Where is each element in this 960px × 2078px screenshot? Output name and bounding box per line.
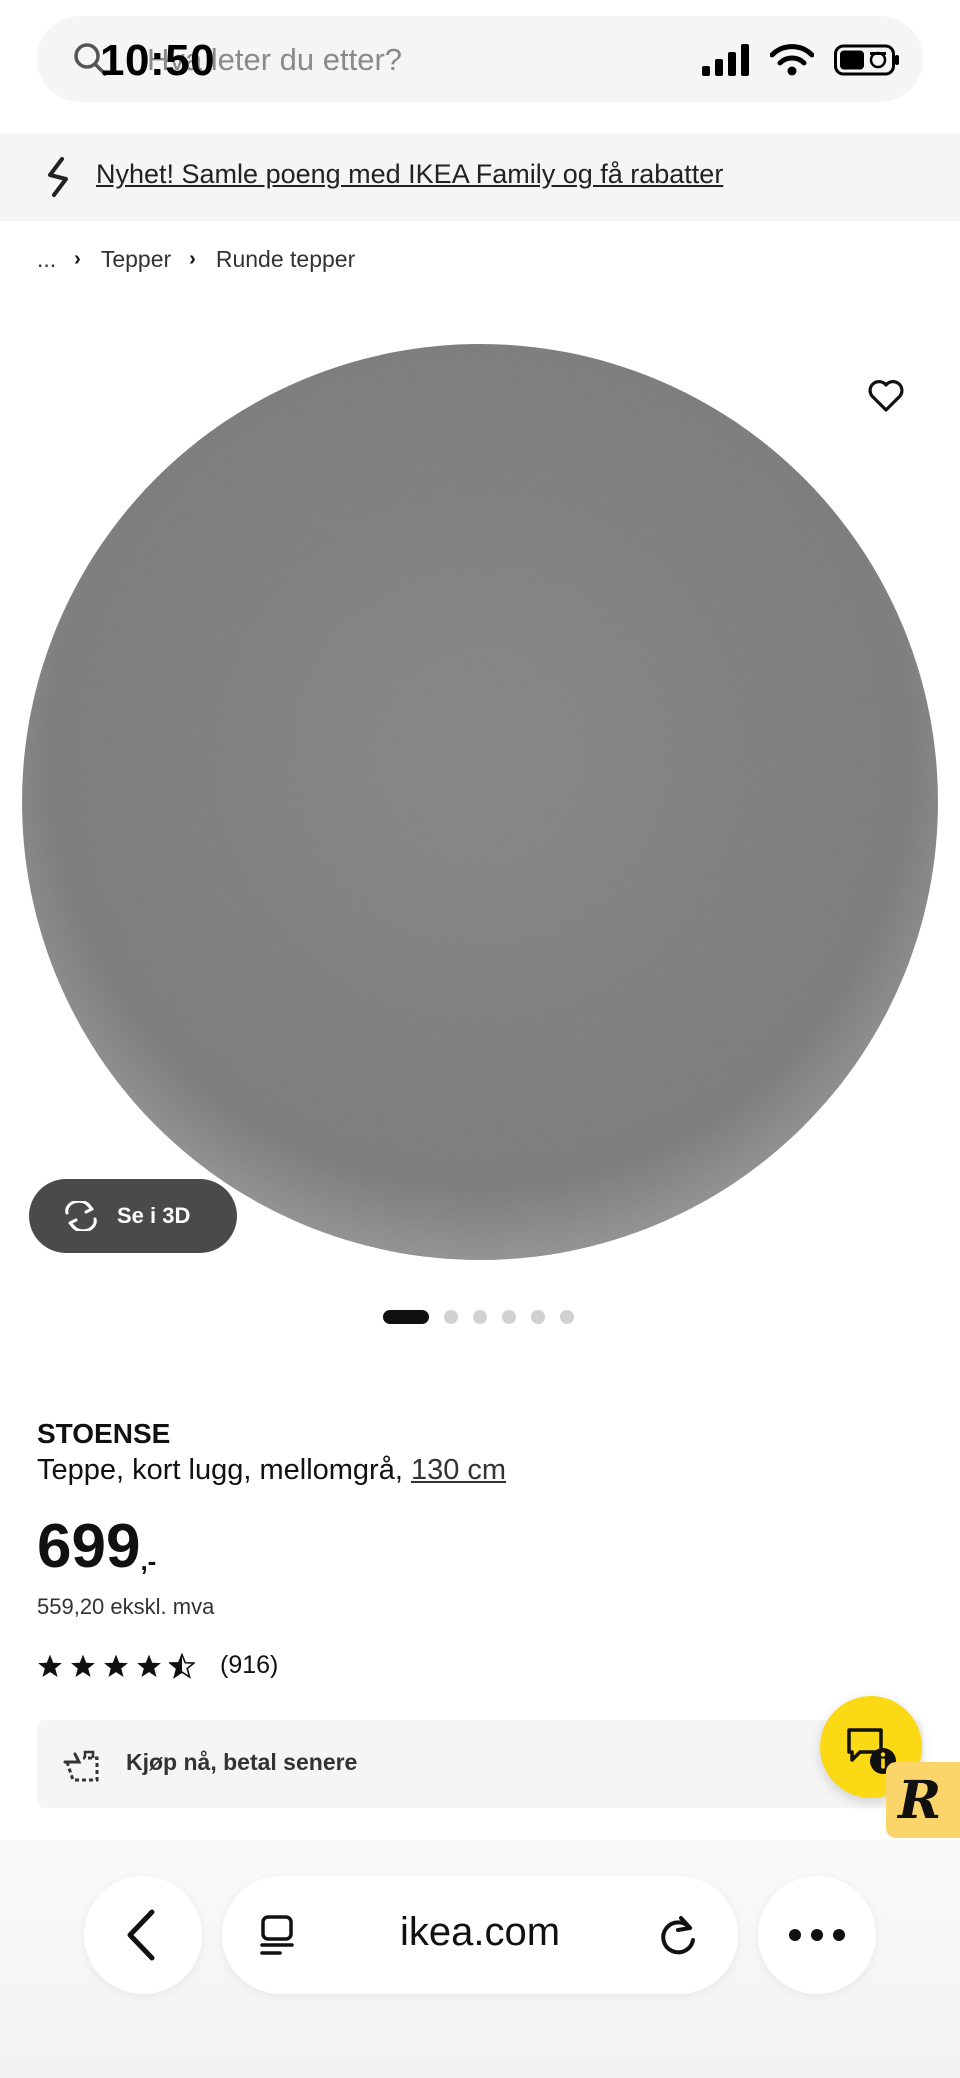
breadcrumb-ellipsis[interactable]: ...	[37, 246, 56, 273]
product-rating[interactable]: (916)	[37, 1651, 278, 1680]
star-icon	[104, 1654, 128, 1677]
price-excl-vat: 559,20 ekskl. mva	[37, 1594, 215, 1619]
rotate-3d-icon	[65, 1201, 97, 1231]
rug-shape	[22, 344, 938, 1260]
half-star-icon	[169, 1652, 195, 1679]
price-suffix: ,-	[140, 1546, 157, 1576]
cellular-signal-icon	[702, 44, 749, 76]
carousel-dot[interactable]	[444, 1310, 458, 1324]
carousel-dots	[383, 1310, 574, 1324]
reload-icon[interactable]	[656, 1912, 700, 1958]
wifi-icon	[770, 44, 814, 76]
breadcrumb-item-runde-tepper[interactable]: Runde tepper	[216, 246, 355, 273]
more-options-button[interactable]	[758, 1876, 876, 1994]
carousel-dot[interactable]	[383, 1310, 429, 1324]
browser-toolbar: ikea.com	[0, 1840, 960, 2078]
buy-now-pay-later-label: Kjøp nå, betal senere	[126, 1749, 358, 1775]
family-link-icon	[48, 157, 68, 197]
product-size-link[interactable]: 130 cm	[411, 1454, 506, 1486]
product-image[interactable]	[0, 322, 960, 1282]
see-in-3d-label: Se i 3D	[117, 1203, 191, 1228]
review-count[interactable]: (916)	[220, 1651, 278, 1680]
promo-banner[interactable]: Nyhet! Samle poeng med IKEA Family og få…	[0, 133, 960, 221]
carousel-dot[interactable]	[502, 1310, 516, 1324]
product-description-text: Teppe, kort lugg, mellomgrå,	[37, 1454, 403, 1486]
star-icon	[137, 1654, 161, 1677]
status-time: 10:50	[100, 36, 216, 85]
r-extension-badge[interactable]: R	[886, 1762, 960, 1838]
star-icon	[38, 1654, 62, 1677]
product-price: 699 ,-	[37, 1512, 156, 1582]
chevron-right-icon: ›	[74, 248, 81, 270]
back-button[interactable]	[84, 1876, 202, 1994]
shopping-bag-icon	[63, 1750, 99, 1782]
promo-link[interactable]: Nyhet! Samle poeng med IKEA Family og få…	[96, 159, 723, 190]
breadcrumb: ... › Tepper › Runde tepper	[37, 246, 355, 273]
chevron-right-icon: ›	[189, 248, 196, 270]
carousel-dot[interactable]	[560, 1310, 574, 1324]
product-name: STOENSE	[37, 1418, 171, 1449]
breadcrumb-item-tepper[interactable]: Tepper	[101, 246, 171, 273]
see-in-3d-button[interactable]: Se i 3D	[29, 1179, 237, 1253]
product-description: Teppe, kort lugg, mellomgrå, 130 cm	[37, 1454, 506, 1487]
star-icon	[71, 1654, 95, 1677]
battery-icon	[834, 44, 899, 76]
carousel-dot[interactable]	[531, 1310, 545, 1324]
heart-icon[interactable]	[866, 376, 906, 416]
chevron-left-icon	[127, 1909, 155, 1961]
buy-now-pay-later-box[interactable]: Kjøp nå, betal senere	[37, 1720, 923, 1808]
more-horizontal-icon	[789, 1929, 845, 1941]
r-logo-icon: R	[898, 1770, 942, 1831]
status-icons	[702, 44, 900, 76]
carousel-dot[interactable]	[473, 1310, 487, 1324]
price-integer: 699	[37, 1512, 141, 1581]
address-bar[interactable]: ikea.com	[222, 1876, 738, 1994]
